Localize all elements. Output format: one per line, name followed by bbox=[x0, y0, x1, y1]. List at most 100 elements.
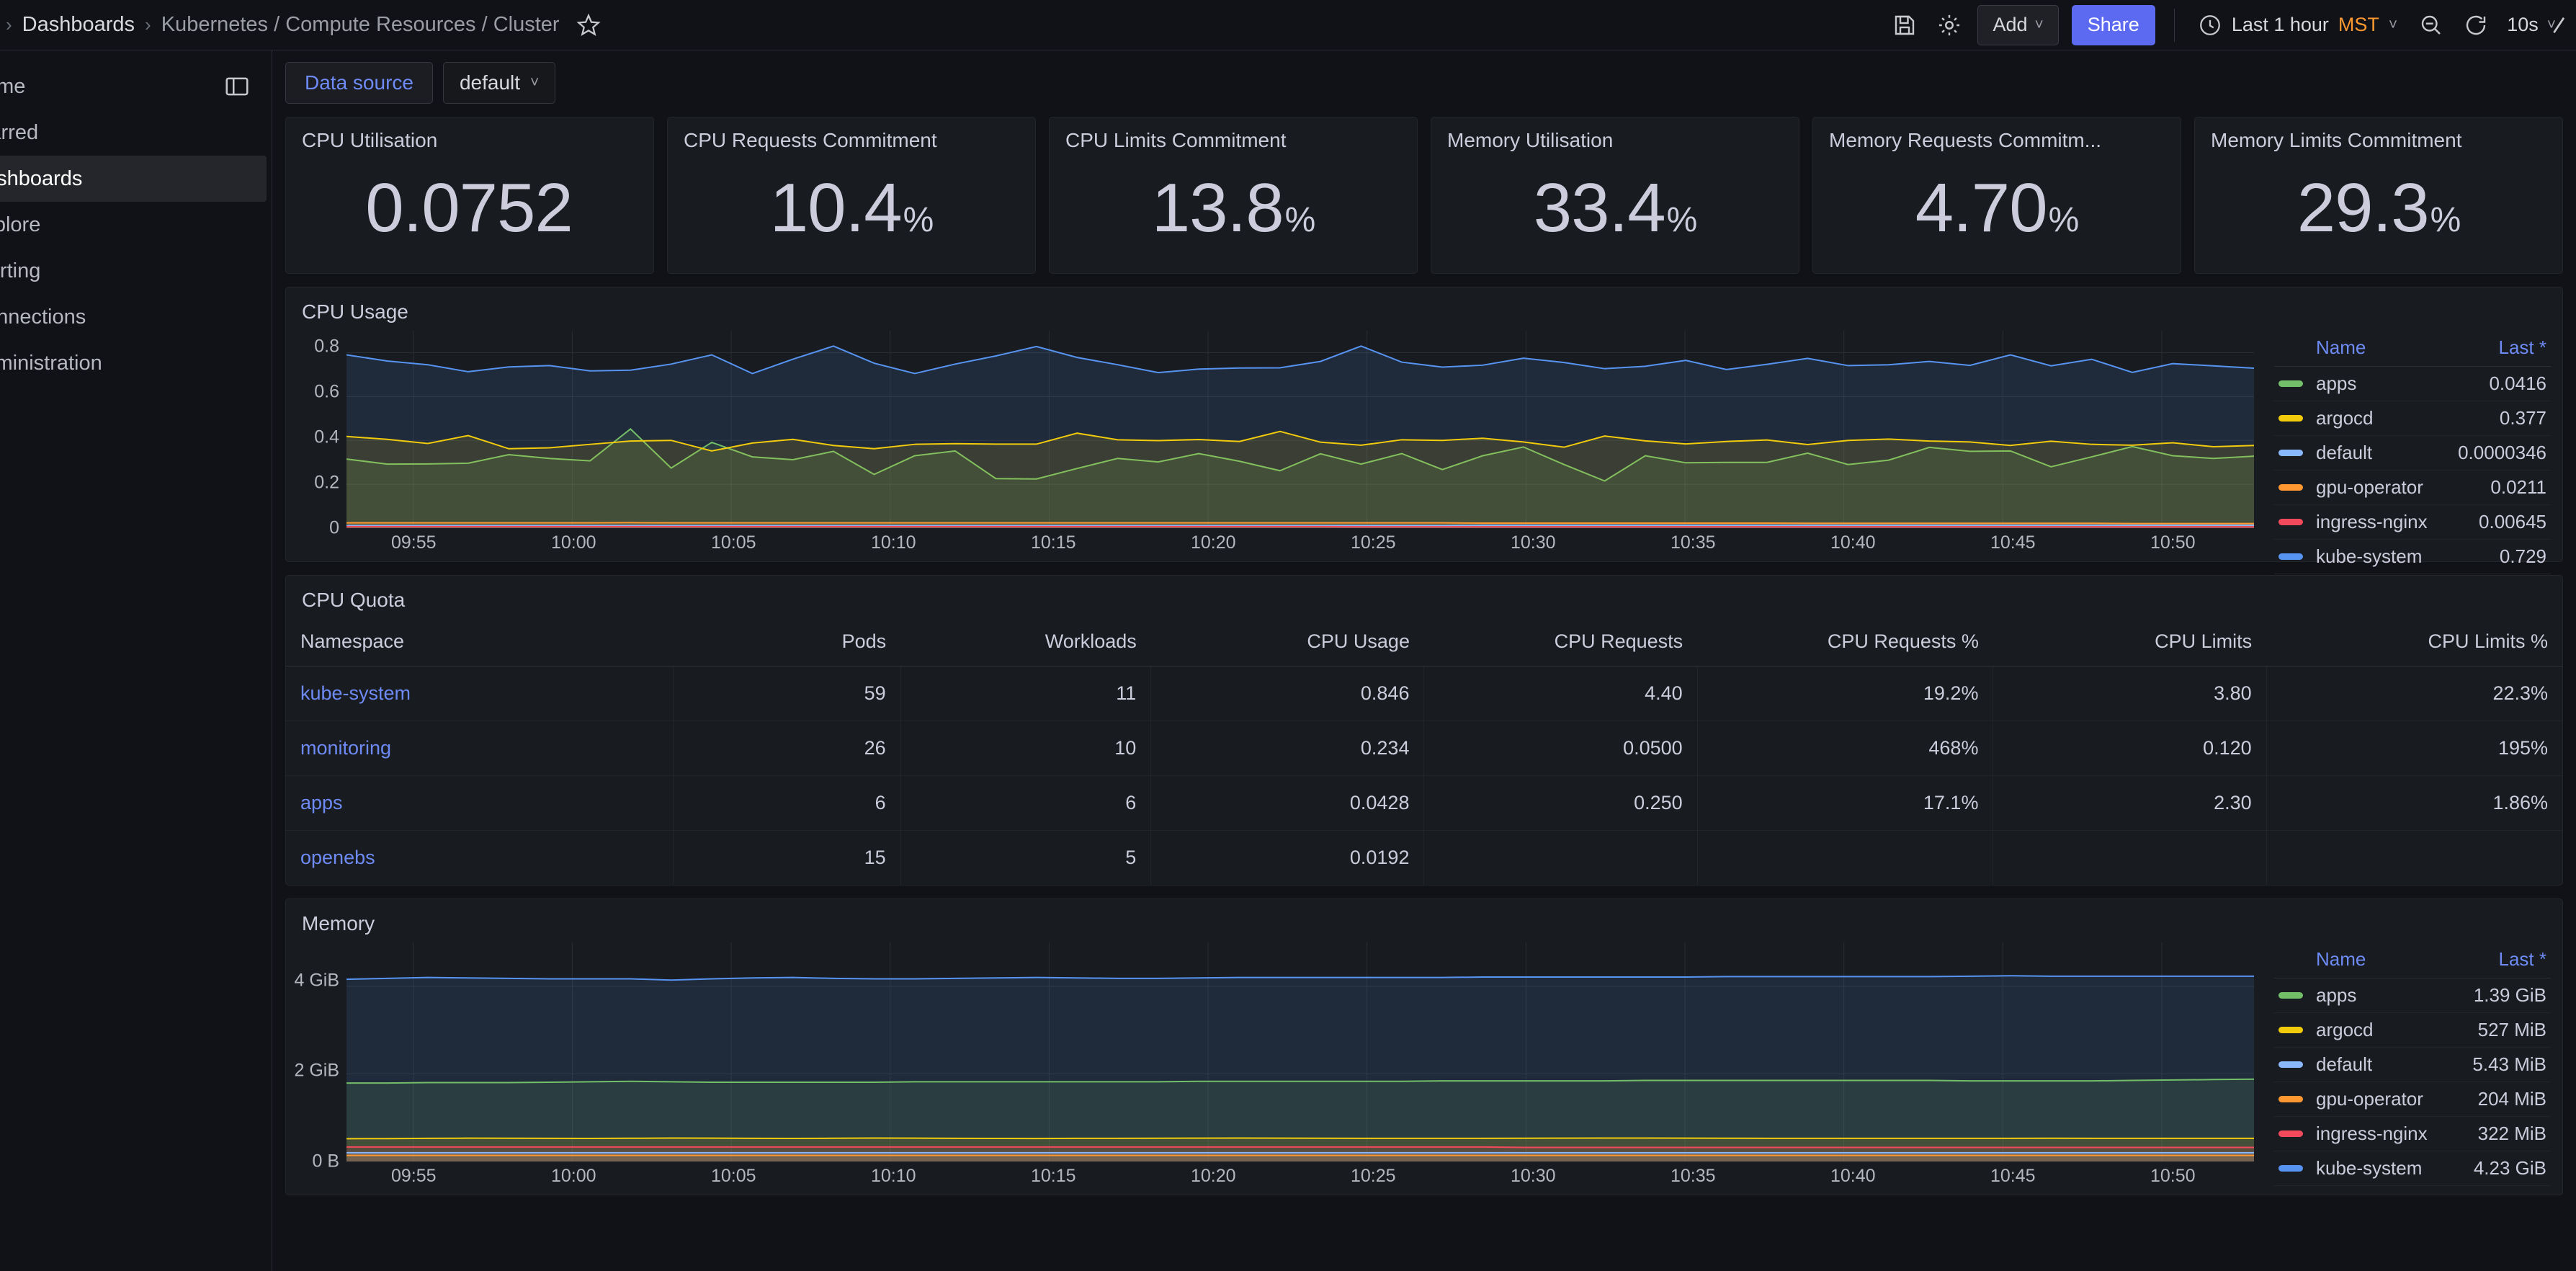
timeseries-panel-cpu-usage[interactable]: CPU Usage 0 0.2 0.4 0.6 0.8 09:55 10:00 10:05 1… bbox=[285, 287, 2563, 574]
legend-item[interactable]: default 5.43 MiB bbox=[2274, 1048, 2551, 1082]
y-axis-cpu-usage: 0 0.2 0.4 0.6 0.8 bbox=[286, 324, 346, 538]
table-cell-cpu-requests: 4.40 bbox=[1423, 666, 1698, 721]
column-header-namespace[interactable]: Namespace bbox=[286, 612, 674, 666]
column-header-cpu-limits[interactable]: CPU Limits bbox=[1993, 612, 2267, 666]
breadcrumb-current-dashboard[interactable]: Kubernetes / Compute Resources / Cluster bbox=[161, 13, 560, 37]
favorite-dashboard-button[interactable] bbox=[576, 12, 601, 38]
table-cell-workloads: 11 bbox=[900, 666, 1151, 721]
column-header-cpu-requests[interactable]: CPU Requests bbox=[1423, 612, 1698, 666]
column-header-pods[interactable]: Pods bbox=[673, 612, 901, 666]
stat-panel-memory-utilisation[interactable]: Memory Utilisation 33.4 % bbox=[1431, 117, 1799, 274]
plot-area-memory[interactable]: 0 B 2 GiB 4 GiB 09:55 10:00 10:05 10:10 10:15 1… bbox=[286, 935, 2266, 1195]
table-cell-pods: 26 bbox=[672, 721, 901, 776]
panel-title: Memory Limits Commitment bbox=[2211, 129, 2462, 151]
sidebar-item-starred[interactable]: Starred bbox=[0, 110, 267, 156]
stat-panel-memory-requests-commitment[interactable]: Memory Requests Commitm... 4.70 % bbox=[1812, 117, 2181, 274]
datasource-variable-label[interactable]: Data source bbox=[285, 62, 433, 104]
namespace-link[interactable]: openebs bbox=[286, 831, 673, 886]
x-axis-tick-label: 10:00 bbox=[550, 1166, 596, 1186]
legend-item[interactable]: gpu-operator 0.0211 bbox=[2274, 471, 2551, 505]
namespace-link[interactable]: kube-system bbox=[286, 666, 674, 721]
legend-item[interactable]: apps 0.0416 bbox=[2274, 367, 2551, 401]
sidebar-item-explore[interactable]: Explore bbox=[0, 202, 267, 248]
refresh-interval-label: 10s bbox=[2507, 14, 2539, 35]
legend-header-last[interactable]: Last * bbox=[2499, 336, 2547, 359]
stat-value-container: 10.4 % bbox=[668, 152, 1035, 273]
legend-header-name[interactable]: Name bbox=[2316, 336, 2366, 359]
timeseries-panel-memory[interactable]: Memory 0 B 2 GiB 4 GiB 09:55 10:00 10:05 10:1… bbox=[285, 898, 2563, 1195]
stat-panel-cpu-requests-commitment[interactable]: CPU Requests Commitment 10.4 % bbox=[667, 117, 1036, 274]
legend-last-value: 5.43 MiB bbox=[2472, 1053, 2546, 1075]
edge-partial-button[interactable] bbox=[2552, 10, 2576, 44]
template-variables-row: Data source default ˅ bbox=[285, 62, 2563, 104]
sidebar-item-dashboards[interactable]: Dashboards bbox=[0, 156, 267, 202]
stat-number: 4.70 bbox=[1915, 169, 2048, 246]
legend-color-swatch-icon bbox=[2278, 1130, 2303, 1137]
x-axis-tick-label: 10:50 bbox=[2150, 1166, 2196, 1186]
legend-header: Name Last * bbox=[2274, 948, 2551, 978]
legend-item[interactable]: argocd 527 MiB bbox=[2274, 1013, 2551, 1048]
table-cell-cpu-requests: 0.250 bbox=[1423, 775, 1698, 831]
legend-last-value: 4.23 GiB bbox=[2473, 1157, 2546, 1179]
breadcrumb-dashboards-link[interactable]: Dashboards bbox=[22, 13, 135, 37]
stat-panel-cpu-utilisation[interactable]: CPU Utilisation 0.0752 bbox=[285, 117, 654, 274]
x-axis-tick-label: 10:15 bbox=[1030, 532, 1076, 553]
x-axis-tick-label: 10:40 bbox=[1830, 1166, 1876, 1186]
datasource-variable-select[interactable]: default ˅ bbox=[442, 62, 556, 104]
dock-menu-button[interactable] bbox=[218, 68, 256, 105]
y-axis-tick-label: 0.4 bbox=[314, 427, 339, 447]
column-header-cpu-usage[interactable]: CPU Usage bbox=[1150, 612, 1424, 666]
legend-item[interactable]: ingress-nginx 0.00645 bbox=[2274, 505, 2551, 540]
dashboard-settings-button[interactable] bbox=[1928, 5, 1970, 45]
time-range-picker[interactable]: Last 1 hour MST ˅ bbox=[2188, 5, 2407, 45]
sidebar-item-connections[interactable]: Connections bbox=[0, 294, 267, 340]
stat-panel-cpu-limits-commitment[interactable]: CPU Limits Commitment 13.8 % bbox=[1049, 117, 1418, 274]
series-area-gpu-operator bbox=[346, 1155, 2254, 1161]
refresh-dashboard-button[interactable] bbox=[2455, 5, 2497, 45]
legend-item[interactable]: default 0.0000346 bbox=[2274, 436, 2551, 471]
stat-value-container: 33.4 % bbox=[1431, 152, 1799, 273]
table-cell-cpu-requests bbox=[1423, 830, 1698, 885]
legend-series-name: kube-system bbox=[2316, 1157, 2423, 1179]
panel-title: CPU Requests Commitment bbox=[684, 129, 937, 151]
legend-item[interactable]: apps 1.39 GiB bbox=[2274, 978, 2551, 1013]
legend-item[interactable]: kube-system 4.23 GiB bbox=[2274, 1151, 2551, 1186]
chart-svg bbox=[346, 331, 2254, 528]
legend-color-swatch-icon bbox=[2278, 484, 2303, 491]
sidebar-item-administration[interactable]: Administration bbox=[0, 340, 267, 386]
table-cell-cpu-requests-pct: 468% bbox=[1696, 721, 1993, 776]
x-axis-tick-label: 10:10 bbox=[870, 532, 916, 553]
legend-series-name: gpu-operator bbox=[2316, 476, 2423, 498]
stat-number: 33.4 bbox=[1533, 169, 1666, 246]
legend-series-name: apps bbox=[2316, 984, 2357, 1006]
zoom-out-time-button[interactable] bbox=[2410, 5, 2452, 45]
add-panel-button[interactable]: Add ˅ bbox=[1977, 4, 2059, 45]
namespace-link[interactable]: monitoring bbox=[286, 721, 674, 776]
share-button[interactable]: Share bbox=[2071, 4, 2155, 45]
legend-last-value: 322 MiB bbox=[2477, 1123, 2546, 1144]
column-header-cpu-limits-pct[interactable]: CPU Limits % bbox=[2266, 612, 2562, 666]
namespace-link[interactable]: apps bbox=[286, 775, 674, 831]
legend-item[interactable]: argocd 0.377 bbox=[2274, 401, 2551, 436]
legend-item[interactable]: ingress-nginx 322 MiB bbox=[2274, 1117, 2551, 1151]
save-dashboard-button[interactable] bbox=[1884, 5, 1926, 45]
legend-series-name: default bbox=[2316, 1053, 2373, 1075]
legend-item[interactable]: kube-system 0.729 bbox=[2274, 540, 2551, 574]
column-header-workloads[interactable]: Workloads bbox=[900, 612, 1151, 666]
stat-panel-memory-limits-commitment[interactable]: Memory Limits Commitment 29.3 % bbox=[2194, 117, 2563, 274]
table-cell-cpu-usage: 0.234 bbox=[1150, 721, 1424, 776]
x-axis-tick-label: 09:55 bbox=[390, 1166, 437, 1186]
legend-header-last[interactable]: Last * bbox=[2499, 948, 2547, 971]
add-button-label: Add bbox=[1993, 14, 2028, 35]
table-cell-cpu-requests-pct bbox=[1696, 830, 1993, 885]
table-cell-cpu-limits bbox=[1993, 830, 2267, 885]
table-panel-cpu-quota[interactable]: CPU Quota Namespace Pods Workloads CPU U… bbox=[285, 575, 2563, 886]
plot-area-cpu-usage[interactable]: 0 0.2 0.4 0.6 0.8 09:55 10:00 10:05 10:10 10:15 1… bbox=[286, 324, 2266, 561]
chart-svg bbox=[346, 942, 2254, 1161]
legend-header-name[interactable]: Name bbox=[2316, 948, 2366, 971]
legend-item[interactable]: gpu-operator 204 MiB bbox=[2274, 1082, 2551, 1117]
stat-number: 13.8 bbox=[1151, 169, 1284, 246]
sidebar-item-alerting[interactable]: Alerting bbox=[0, 248, 267, 294]
stat-unit: % bbox=[2048, 201, 2080, 239]
column-header-cpu-requests-pct[interactable]: CPU Requests % bbox=[1697, 612, 1993, 666]
